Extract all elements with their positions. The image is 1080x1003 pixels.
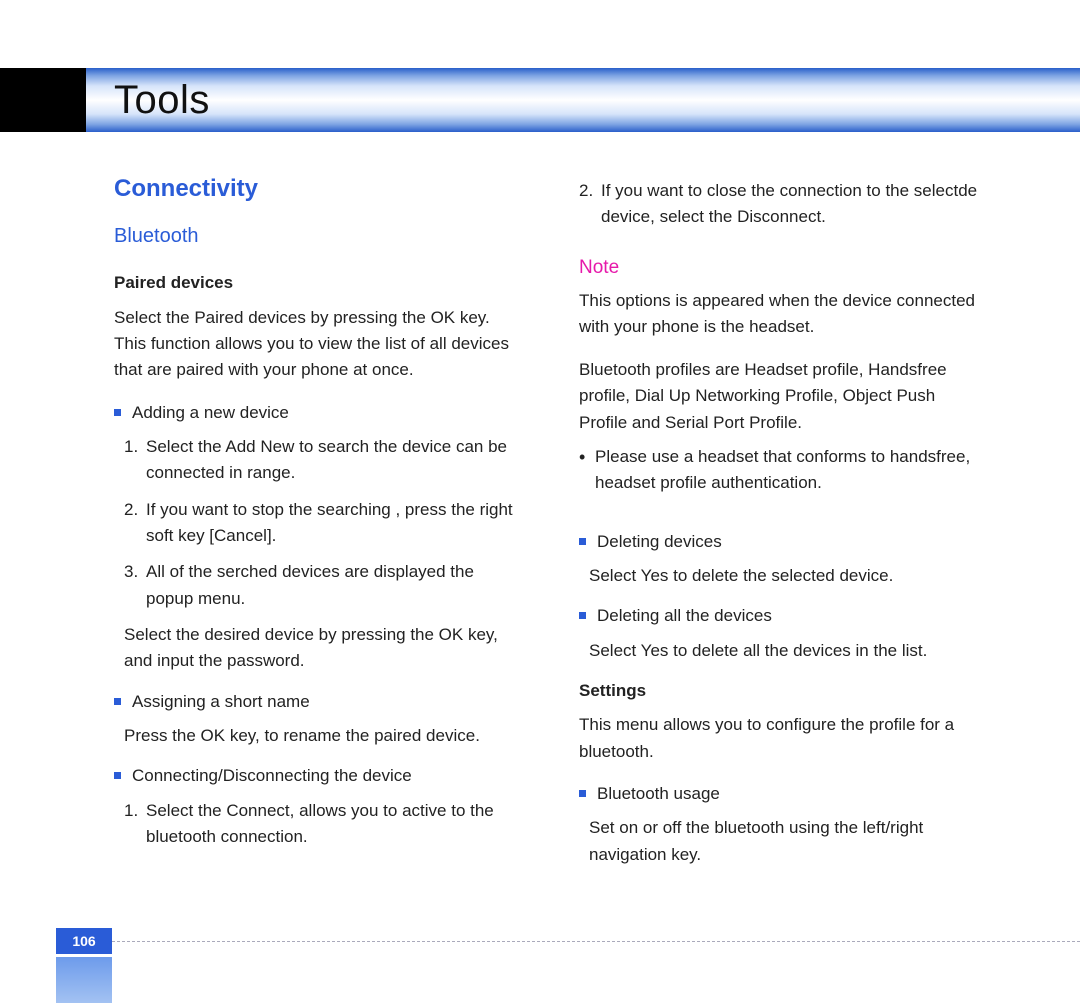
- side-tab: [56, 957, 112, 1003]
- bullet-text: Please use a headset that conforms to ha…: [595, 447, 970, 492]
- section-heading-connectivity: Connectivity: [114, 170, 519, 207]
- assign-text: Press the OK key, to rename the paired d…: [124, 723, 519, 749]
- step-number: 1.: [124, 434, 138, 460]
- footer-dashed-line: [112, 941, 1080, 942]
- heading-settings: Settings: [579, 678, 984, 704]
- item-deleting-devices: Deleting devices: [579, 529, 984, 555]
- step-number: 3.: [124, 559, 138, 585]
- content-area: Connectivity Bluetooth Paired devices Se…: [114, 170, 984, 882]
- note-para: Bluetooth profiles are Headset profile, …: [579, 357, 984, 436]
- item-label: Adding a new device: [132, 403, 289, 422]
- note-heading: Note: [579, 253, 984, 282]
- right-column: 2. If you want to close the connection to…: [579, 170, 984, 882]
- bt-usage-text: Set on or off the bluetooth using the le…: [589, 815, 984, 868]
- settings-intro: This menu allows you to configure the pr…: [579, 712, 984, 765]
- step-text: If you want to close the connection to t…: [601, 181, 977, 226]
- step-item: 3. All of the serched devices are display…: [124, 559, 519, 612]
- step-item: 2. If you want to stop the searching , pr…: [124, 497, 519, 550]
- paired-intro-text: Select the Paired devices by pressing th…: [114, 305, 519, 384]
- note-para: This options is appeared when the device…: [579, 288, 984, 341]
- item-connect-disconnect: Connecting/Disconnecting the device: [114, 763, 519, 789]
- item-adding-device: Adding a new device: [114, 400, 519, 426]
- step-number: 1.: [124, 798, 138, 824]
- heading-paired-devices: Paired devices: [114, 270, 519, 296]
- note-bullet: Please use a headset that conforms to ha…: [579, 444, 984, 497]
- step-item: 1. Select the Connect, allows you to acti…: [124, 798, 519, 851]
- step-number: 2.: [579, 178, 593, 204]
- left-column: Connectivity Bluetooth Paired devices Se…: [114, 170, 519, 882]
- item-label: Connecting/Disconnecting the device: [132, 766, 412, 785]
- page-footer: 106: [0, 928, 1080, 958]
- header-accent-block: [0, 68, 86, 132]
- header-gradient: Tools: [86, 68, 1080, 132]
- delete-text: Select Yes to delete the selected device…: [589, 563, 984, 589]
- step-text: If you want to stop the searching , pres…: [146, 500, 513, 545]
- step-item: 2. If you want to close the connection to…: [579, 178, 984, 231]
- item-label: Bluetooth usage: [597, 784, 720, 803]
- add-after-text: Select the desired device by pressing th…: [124, 622, 519, 675]
- item-deleting-all: Deleting all the devices: [579, 603, 984, 629]
- step-text: Select the Add New to search the device …: [146, 437, 507, 482]
- step-number: 2.: [124, 497, 138, 523]
- item-label: Deleting all the devices: [597, 606, 772, 625]
- step-text: All of the serched devices are displayed…: [146, 562, 474, 607]
- page-number: 106: [56, 928, 112, 954]
- item-label: Assigning a short name: [132, 692, 310, 711]
- step-item: 1. Select the Add New to search the devic…: [124, 434, 519, 487]
- item-label: Deleting devices: [597, 532, 722, 551]
- page-title: Tools: [114, 78, 210, 123]
- page-header: Tools: [0, 68, 1080, 132]
- item-assign-name: Assigning a short name: [114, 689, 519, 715]
- delete-all-text: Select Yes to delete all the devices in …: [589, 638, 984, 664]
- item-bluetooth-usage: Bluetooth usage: [579, 781, 984, 807]
- step-text: Select the Connect, allows you to active…: [146, 801, 494, 846]
- subsection-heading-bluetooth: Bluetooth: [114, 221, 519, 252]
